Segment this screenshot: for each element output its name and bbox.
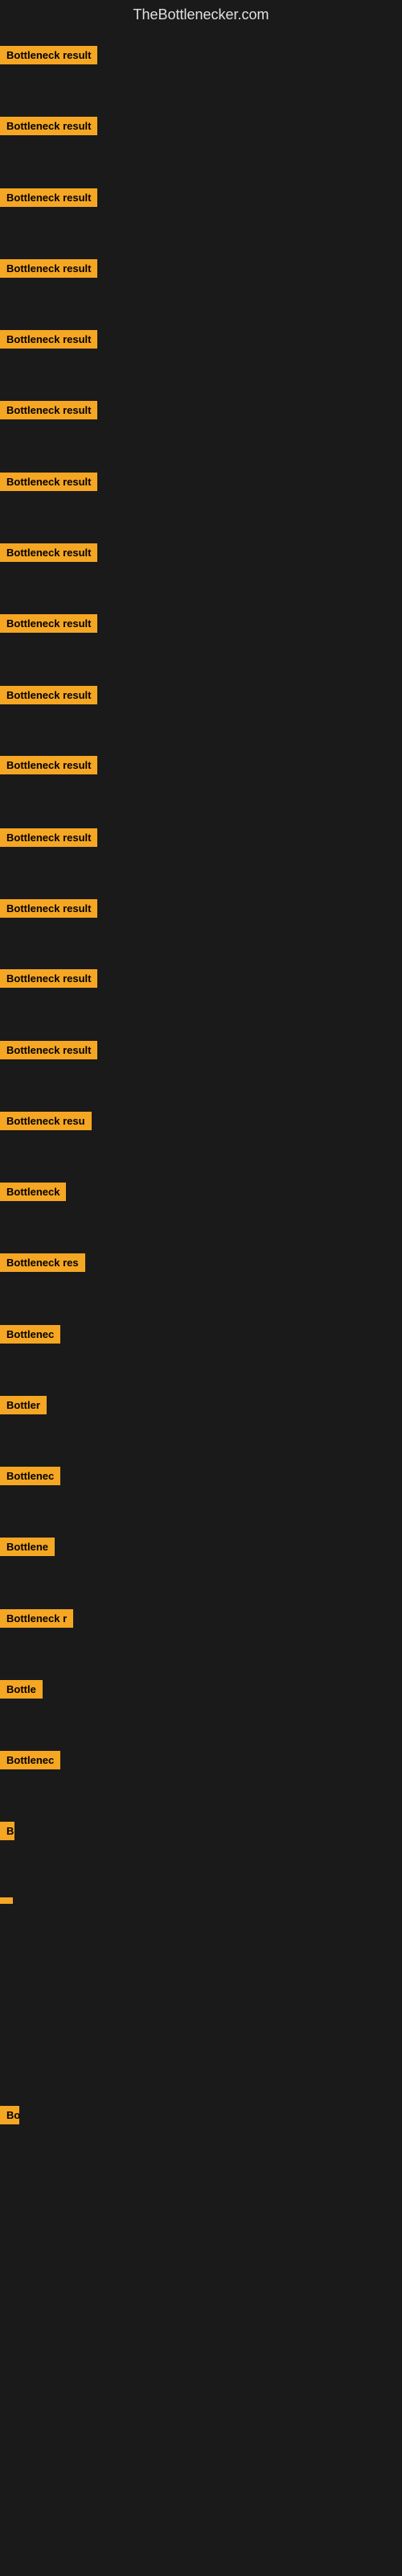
bottleneck-result-item[interactable]: Bottleneck result [0, 401, 97, 423]
bottleneck-badge: Bottlenec [0, 1467, 60, 1485]
bottleneck-badge: Bottleneck r [0, 1609, 73, 1628]
bottleneck-result-item[interactable]: Bottlenec [0, 1467, 60, 1489]
bottleneck-badge: Bottleneck result [0, 756, 97, 774]
bottleneck-result-item[interactable]: Bo [0, 2106, 19, 2128]
bottleneck-result-item[interactable]: Bottleneck result [0, 1041, 97, 1063]
bottleneck-badge: Bottleneck res [0, 1253, 85, 1272]
bottleneck-result-item[interactable]: Bottleneck result [0, 614, 97, 637]
bottleneck-result-item[interactable]: Bottlene [0, 1538, 55, 1560]
bottleneck-result-item[interactable]: B [0, 1822, 14, 1844]
bottleneck-badge: Bottlenec [0, 1325, 60, 1344]
bottleneck-result-item[interactable]: Bottleneck [0, 1183, 66, 1205]
bottleneck-result-item[interactable]: Bottleneck result [0, 188, 97, 211]
bottleneck-badge: Bottleneck result [0, 828, 97, 847]
bottleneck-result-item[interactable]: Bottlenec [0, 1751, 60, 1773]
bottleneck-result-item[interactable] [0, 1893, 13, 1908]
bottleneck-result-item[interactable]: Bottleneck result [0, 828, 97, 851]
bottleneck-badge: Bottleneck result [0, 117, 97, 135]
bottleneck-badge: Bottleneck result [0, 543, 97, 562]
bottleneck-badge: Bottleneck result [0, 259, 97, 278]
bottleneck-result-item[interactable]: Bottleneck result [0, 969, 97, 992]
bottleneck-result-item[interactable]: Bottleneck result [0, 117, 97, 139]
bottleneck-badge: Bottleneck result [0, 1041, 97, 1059]
bottleneck-badge: Bottleneck result [0, 899, 97, 918]
bottleneck-badge: Bottleneck result [0, 686, 97, 704]
bottleneck-result-item[interactable]: Bottleneck result [0, 46, 97, 68]
bottleneck-badge: Bottleneck resu [0, 1112, 92, 1130]
bottleneck-result-item[interactable]: Bottleneck result [0, 473, 97, 495]
bottleneck-result-item[interactable]: Bottleneck result [0, 686, 97, 708]
bottleneck-result-item[interactable]: Bottleneck resu [0, 1112, 92, 1134]
bottleneck-badge [0, 1897, 13, 1904]
bottleneck-badge: Bottler [0, 1396, 47, 1414]
bottleneck-result-item[interactable]: Bottleneck result [0, 899, 97, 922]
bottleneck-badge: Bottlene [0, 1538, 55, 1556]
bottleneck-result-item[interactable]: Bottlenec [0, 1325, 60, 1348]
bottleneck-badge: Bottleneck result [0, 614, 97, 633]
bottleneck-result-item[interactable]: Bottleneck result [0, 756, 97, 778]
bottleneck-result-item[interactable]: Bottleneck result [0, 543, 97, 566]
bottleneck-badge: Bottleneck result [0, 188, 97, 207]
bottleneck-badge: Bottleneck result [0, 969, 97, 988]
site-title: TheBottlenecker.com [0, 0, 402, 30]
bottleneck-badge: Bottleneck result [0, 401, 97, 419]
bottleneck-result-item[interactable]: Bottle [0, 1680, 43, 1703]
bottleneck-badge: Bottleneck [0, 1183, 66, 1201]
bottleneck-result-item[interactable]: Bottleneck result [0, 330, 97, 353]
bottleneck-result-item[interactable]: Bottleneck r [0, 1609, 73, 1632]
bottleneck-result-item[interactable]: Bottleneck res [0, 1253, 85, 1276]
bottleneck-badge: Bo [0, 2106, 19, 2124]
bottleneck-badge: B [0, 1822, 14, 1840]
bottleneck-badge: Bottleneck result [0, 46, 97, 64]
bottleneck-badge: Bottlenec [0, 1751, 60, 1769]
bottleneck-result-item[interactable]: Bottleneck result [0, 259, 97, 282]
bottleneck-result-item[interactable]: Bottler [0, 1396, 47, 1418]
bottleneck-badge: Bottleneck result [0, 473, 97, 491]
bottleneck-badge: Bottle [0, 1680, 43, 1699]
bottleneck-badge: Bottleneck result [0, 330, 97, 349]
